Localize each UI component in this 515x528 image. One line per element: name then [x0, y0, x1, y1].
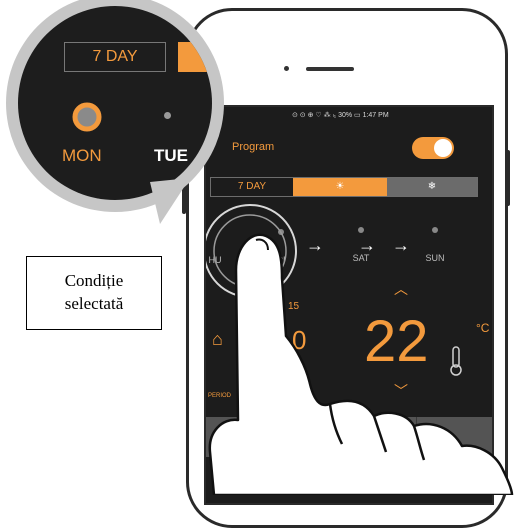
- lens-day-mon: MON: [62, 146, 102, 165]
- magnifier-content: 7 DAY MON TUE: [18, 6, 212, 200]
- tue-dot: [164, 112, 171, 119]
- callout-label: Condiție selectată: [26, 256, 162, 330]
- lens-day-tue: TUE: [154, 146, 188, 165]
- callout-line-2: selectată: [64, 294, 124, 313]
- selected-day-indicator: [72, 102, 102, 132]
- lens-tab-7-day: 7 DAY: [64, 42, 166, 72]
- callout-tail: [150, 178, 190, 224]
- callout-line-1: Condiție: [64, 271, 124, 291]
- lens-tab-heat: [178, 42, 212, 72]
